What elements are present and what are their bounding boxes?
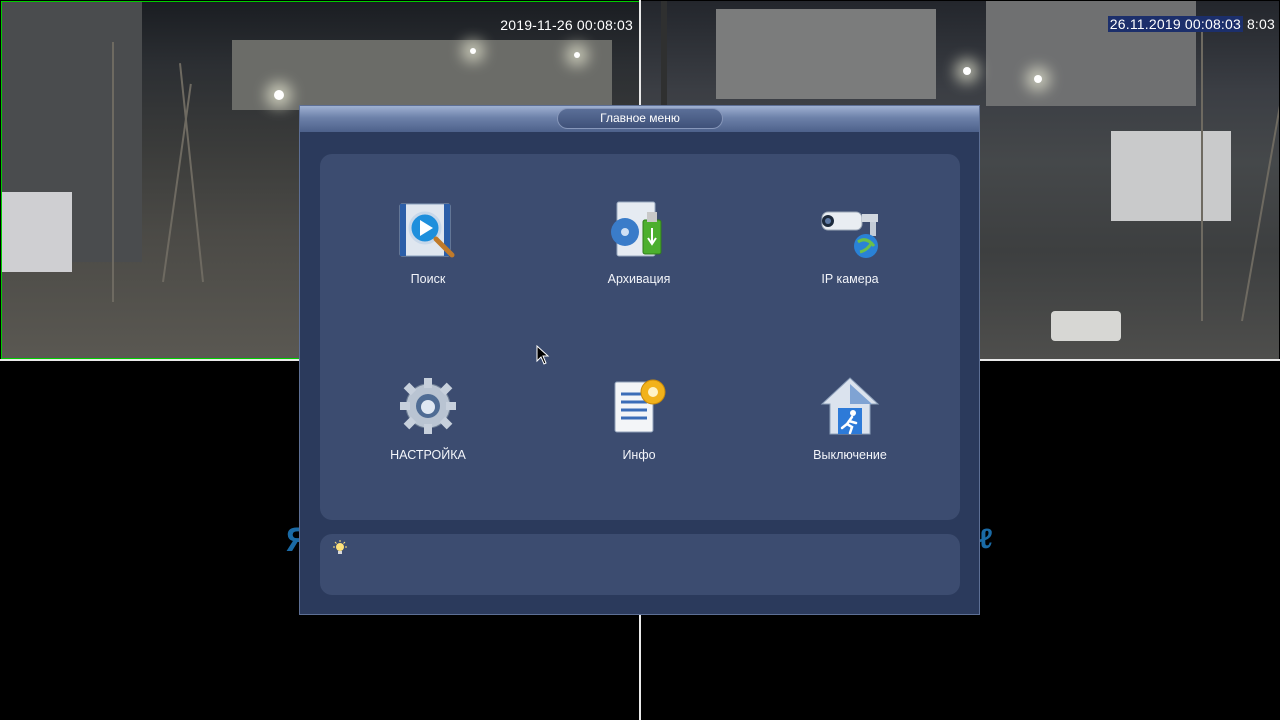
menu-item-label: IP камера [821, 272, 879, 286]
lightbulb-icon [332, 540, 348, 556]
menu-item-label: Выключение [813, 448, 887, 462]
gear-icon [398, 376, 458, 436]
search-icon [398, 200, 458, 260]
menu-panel: Поиск Архивация IP камера НАСТРОЙКА Инфо… [320, 154, 960, 520]
tip-panel [320, 534, 960, 595]
mouse-cursor-icon [536, 344, 550, 365]
menu-item-settings[interactable]: НАСТРОЙКА [328, 376, 528, 486]
menu-item-label: Поиск [410, 272, 446, 286]
archive-icon [609, 200, 669, 260]
menu-item-label: Инфо [622, 448, 656, 462]
info-icon [609, 376, 669, 436]
menu-item-search[interactable]: Поиск [328, 200, 528, 310]
menu-item-info[interactable]: Инфо [539, 376, 739, 486]
ip-camera-icon [820, 200, 880, 260]
channel-logo-fragment: ℓ [979, 523, 993, 554]
menu-item-label: Архивация [607, 272, 671, 286]
dialog-title-bar[interactable]: Главное меню [300, 106, 979, 132]
camera-2-timestamp: 26.11.2019 00:08:03 [1107, 16, 1243, 32]
menu-item-label: НАСТРОЙКА [390, 448, 466, 462]
dialog-title: Главное меню [557, 108, 723, 129]
menu-item-archive[interactable]: Архивация [539, 200, 739, 310]
main-menu-dialog: Главное меню Поиск Архивация IP камера Н… [299, 105, 980, 615]
menu-item-shutdown[interactable]: Выключение [750, 376, 950, 486]
menu-item-ip-camera[interactable]: IP камера [750, 200, 950, 310]
shutdown-icon [820, 376, 880, 436]
camera-2-timestamp-overlap: 8:03 [1246, 16, 1275, 32]
camera-1-timestamp: 2019-11-26 00:08:03 [500, 17, 633, 33]
